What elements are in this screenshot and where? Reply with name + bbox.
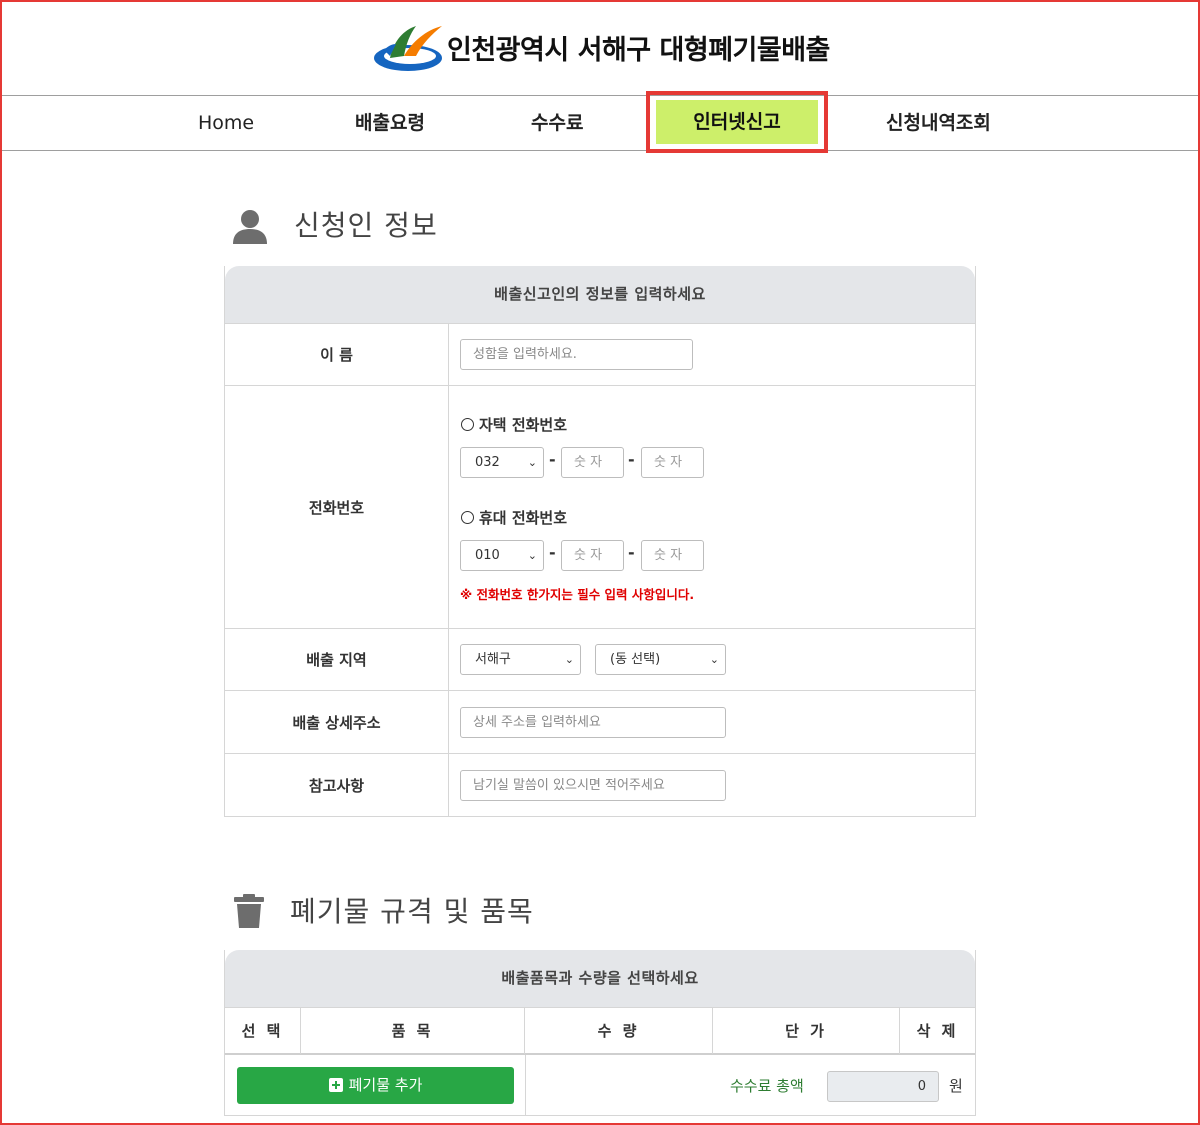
home-phone-label: 자택 전화번호 <box>479 416 568 434</box>
address-label: 배출 상세주소 <box>225 691 449 753</box>
fee-total-field: 0 <box>827 1071 939 1102</box>
applicant-panel-heading: 배출신고인의 정보를 입력하세요 <box>225 266 975 323</box>
address-row: 배출 상세주소 상세 주소를 입력하세요 <box>225 690 975 753</box>
nav-active-highlight: 인터넷신고 <box>646 91 828 153</box>
user-icon <box>233 210 267 244</box>
home-area-code-select[interactable]: 032 ⌄ <box>460 447 544 478</box>
city-logo-icon[interactable] <box>370 20 446 76</box>
chevron-down-icon: ⌄ <box>527 549 537 562</box>
name-row: 이 름 성함을 입력하세요. <box>225 323 975 385</box>
waste-table-header: 선 택 품 목 수 량 단 가 삭 제 <box>225 1007 975 1055</box>
phone-label: 전화번호 <box>225 386 449 628</box>
mobile-phone-middle-input[interactable]: 숫 자 <box>561 540 624 571</box>
region-label: 배출 지역 <box>225 629 449 690</box>
waste-items-panel: 배출품목과 수량을 선택하세요 선 택 품 목 수 량 단 가 삭 제 폐기물 … <box>224 950 976 1116</box>
notes-input[interactable]: 남기실 말씀이 있으시면 적어주세요 <box>460 770 726 801</box>
chevron-down-icon: ⌄ <box>527 456 537 469</box>
add-waste-button[interactable]: 폐기물 추가 <box>237 1067 514 1104</box>
nav-item-fees[interactable]: 수수료 <box>531 96 583 150</box>
chevron-down-icon: ⌄ <box>564 653 574 666</box>
region-row: 배출 지역 서해구 ⌄ (동 선택) ⌄ <box>225 628 975 690</box>
site-title: 인천광역시 서해구 대형폐기물배출 <box>447 35 830 66</box>
home-phone-last-input[interactable]: 숫 자 <box>641 447 704 478</box>
nav-item-online-report[interactable]: 인터넷신고 <box>656 100 818 144</box>
address-input[interactable]: 상세 주소를 입력하세요 <box>460 707 726 738</box>
phone-dash: - <box>628 543 635 562</box>
dong-select[interactable]: (동 선택) ⌄ <box>595 644 726 675</box>
phone-dash: - <box>549 450 556 469</box>
column-item: 품 목 <box>301 1008 525 1054</box>
mobile-prefix-value: 010 <box>475 548 500 563</box>
column-unit-price: 단 가 <box>713 1008 900 1054</box>
dong-value: (동 선택) <box>610 652 661 667</box>
district-value: 서해구 <box>475 652 511 667</box>
name-input[interactable]: 성함을 입력하세요. <box>460 339 693 370</box>
notes-label: 참고사항 <box>225 754 449 816</box>
add-waste-button-label: 폐기물 추가 <box>348 1076 423 1094</box>
applicant-form-panel: 배출신고인의 정보를 입력하세요 이 름 성함을 입력하세요. 전화번호 자택 … <box>224 266 976 817</box>
footer-divider <box>525 1055 526 1115</box>
main-nav: Home 배출요령 수수료 인터넷신고 신청내역조회 <box>0 91 1200 153</box>
fee-unit: 원 <box>949 1077 963 1095</box>
trash-icon <box>234 894 264 928</box>
column-delete: 삭 제 <box>916 1022 959 1040</box>
chevron-down-icon: ⌄ <box>709 653 719 666</box>
home-area-code-value: 032 <box>475 455 500 470</box>
notes-row: 참고사항 남기실 말씀이 있으시면 적어주세요 <box>225 753 975 816</box>
nav-item-guide[interactable]: 배출요령 <box>355 96 425 150</box>
home-phone-radio[interactable]: 자택 전화번호 <box>461 414 567 435</box>
nav-item-home[interactable]: Home <box>198 96 254 150</box>
name-label: 이 름 <box>225 324 449 385</box>
home-phone-middle-input[interactable]: 숫 자 <box>561 447 624 478</box>
phone-required-warning: ※ 전화번호 한가지는 필수 입력 사항입니다. <box>460 587 695 602</box>
mobile-phone-label: 휴대 전화번호 <box>479 509 568 527</box>
phone-dash: - <box>628 450 635 469</box>
phone-row: 전화번호 자택 전화번호 032 ⌄ - 숫 자 - 숫 자 휴대 전화번호 0… <box>225 385 975 628</box>
column-select: 선 택 <box>225 1008 301 1054</box>
waste-panel-heading: 배출품목과 수량을 선택하세요 <box>225 950 975 1007</box>
mobile-phone-radio[interactable]: 휴대 전화번호 <box>461 507 567 528</box>
district-select[interactable]: 서해구 ⌄ <box>460 644 581 675</box>
nav-item-history[interactable]: 신청내역조회 <box>886 96 991 150</box>
waste-section-title: 폐기물 규격 및 품목 <box>290 895 534 928</box>
column-quantity: 수 량 <box>525 1008 713 1054</box>
fee-total-label: 수수료 총액 <box>730 1077 804 1095</box>
mobile-phone-last-input[interactable]: 숫 자 <box>641 540 704 571</box>
mobile-prefix-select[interactable]: 010 ⌄ <box>460 540 544 571</box>
plus-square-icon <box>328 1078 343 1092</box>
phone-dash: - <box>549 543 556 562</box>
radio-circle-icon[interactable] <box>461 511 474 524</box>
radio-circle-icon[interactable] <box>461 418 474 431</box>
site-header: 인천광역시 서해구 대형폐기물배출 <box>0 0 1200 96</box>
applicant-section-title: 신청인 정보 <box>294 209 438 242</box>
waste-table-footer: 폐기물 추가 수수료 총액 0 원 <box>225 1055 975 1115</box>
